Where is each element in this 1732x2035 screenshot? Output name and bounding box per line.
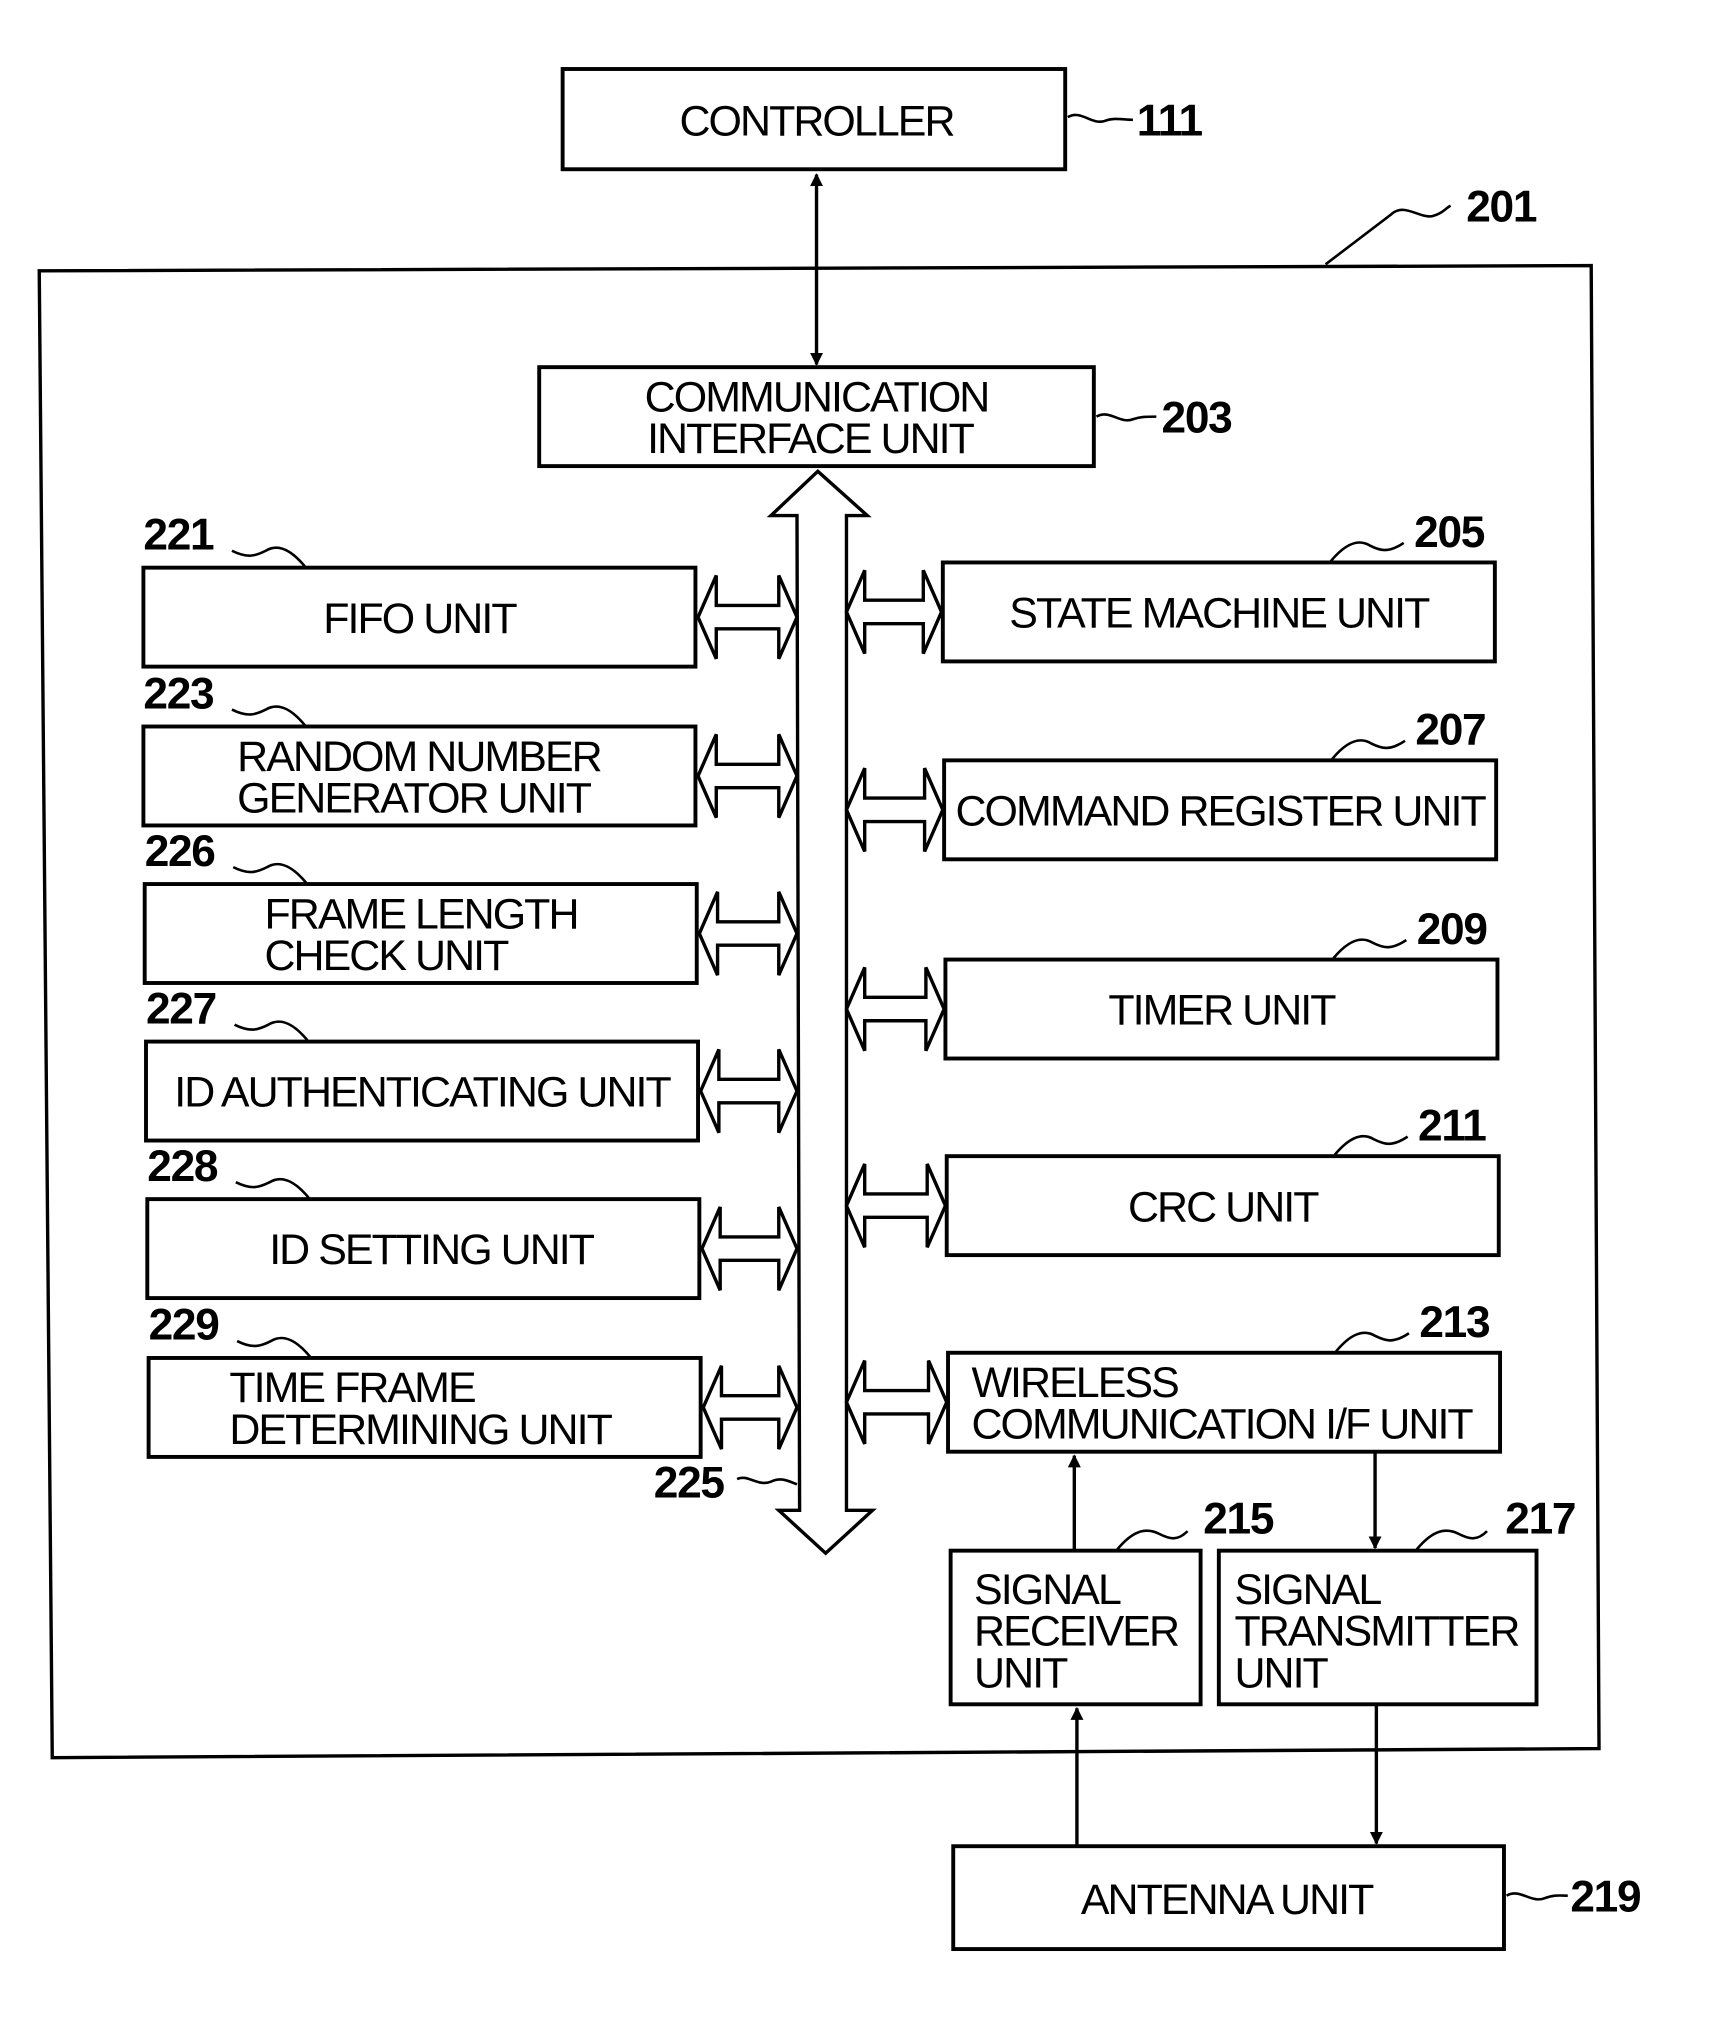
unit-label: COMMAND REGISTER UNIT (955, 787, 1486, 835)
antenna-label: ANTENNA UNIT (1081, 1876, 1374, 1924)
leader-111 (1067, 113, 1133, 124)
leader-line (1331, 739, 1406, 760)
signal-receiver-block: SIGNAL RECEIVER UNIT (948, 1548, 1203, 1707)
ref-number: 229 (149, 1301, 219, 1350)
leader-219 (1505, 1892, 1568, 1901)
bus-connector-arrow (700, 1206, 799, 1291)
bus-connector-arrow (698, 1048, 799, 1134)
unit-label: ID AUTHENTICATING UNIT (174, 1069, 671, 1117)
antenna-block: ANTENNA UNIT (951, 1844, 1506, 1952)
bus-connector-arrow (844, 1359, 949, 1445)
leader-line (232, 862, 308, 884)
leader-line (1332, 938, 1408, 960)
leader-line (1335, 1331, 1410, 1353)
unit-label: GENERATOR UNIT (237, 774, 592, 822)
comm-if-label-2: INTERFACE UNIT (647, 415, 975, 463)
ref-number: 226 (145, 827, 216, 876)
controller-label: CONTROLLER (680, 97, 955, 145)
left-unit-block: ID AUTHENTICATING UNIT (144, 1039, 700, 1143)
leader-201 (1324, 204, 1452, 266)
ref-number: 223 (143, 669, 214, 718)
controller-block: CONTROLLER (560, 67, 1068, 172)
right-unit-block: CRC UNIT (944, 1154, 1501, 1258)
ref-number: 207 (1415, 706, 1485, 755)
signal-transmitter-block: SIGNAL TRANSMITTER UNIT (1216, 1548, 1539, 1707)
unit-label: TIMER UNIT (1108, 987, 1336, 1035)
unit-label: FIFO UNIT (323, 595, 517, 643)
block-diagram: CONTROLLER 111 201 COMMUNICATION INTERFA… (37, 67, 1642, 1952)
ref-215: 215 (1203, 1495, 1274, 1544)
right-unit-block: TIMER UNIT (943, 957, 1500, 1061)
leader-217 (1415, 1529, 1488, 1551)
bus-connector-arrow (697, 891, 799, 976)
leader-225 (736, 1476, 798, 1486)
leader-line (236, 1336, 312, 1358)
ref-225: 225 (654, 1458, 725, 1507)
left-unit-block: RANDOM NUMBERGENERATOR UNIT (141, 724, 698, 828)
right-unit-block: STATE MACHINE UNIT (940, 560, 1497, 664)
bus-connector-arrow (844, 1163, 948, 1248)
ref-number: 227 (146, 984, 216, 1033)
left-unit-block: FRAME LENGTHCHECK UNIT (142, 882, 699, 985)
ref-217: 217 (1505, 1495, 1575, 1544)
leader-215 (1116, 1529, 1189, 1551)
communication-interface-block: COMMUNICATION INTERFACE UNIT (537, 365, 1096, 469)
unit-label: DETERMINING UNIT (229, 1406, 612, 1454)
ref-219: 219 (1570, 1872, 1640, 1921)
ref-number: 228 (147, 1142, 218, 1191)
bus-connector-arrow (696, 733, 799, 819)
leader-line (231, 705, 306, 727)
ref-number: 213 (1419, 1298, 1490, 1347)
leader-line (235, 1177, 310, 1199)
left-unit-block: FIFO UNIT (141, 565, 698, 669)
left-unit-block: ID SETTING UNIT (145, 1197, 702, 1301)
bus-connector-arrow (701, 1365, 799, 1450)
ref-111: 111 (1137, 96, 1203, 145)
ref-203: 203 (1162, 393, 1233, 442)
ref-number: 221 (143, 510, 214, 559)
leader-line (231, 546, 306, 568)
leader-line (1329, 541, 1405, 562)
ref-number: 211 (1418, 1102, 1486, 1151)
bus-connector-arrow (844, 767, 945, 853)
leader-203 (1095, 413, 1157, 422)
signal-transmitter-label-3: UNIT (1234, 1649, 1328, 1697)
leader-line (233, 1020, 309, 1042)
unit-label: CRC UNIT (1128, 1183, 1319, 1231)
bus-connector-arrow (844, 966, 946, 1052)
left-unit-block: TIME FRAMEDETERMINING UNIT (146, 1356, 703, 1459)
right-unit-block: COMMAND REGISTER UNIT (942, 758, 1499, 862)
unit-label: ID SETTING UNIT (269, 1226, 595, 1274)
ref-number: 209 (1417, 905, 1487, 954)
unit-label: CHECK UNIT (264, 932, 509, 980)
ref-number: 205 (1414, 508, 1485, 557)
unit-label: STATE MACHINE UNIT (1009, 590, 1430, 638)
bus-connector-arrow (696, 574, 799, 660)
unit-label: COMMUNICATION I/F UNIT (971, 1401, 1473, 1449)
bus-connector-arrow (844, 569, 944, 655)
leader-line (1333, 1134, 1409, 1156)
right-unit-block: WIRELESSCOMMUNICATION I/F UNIT (946, 1350, 1503, 1454)
ref-201: 201 (1466, 182, 1537, 231)
signal-receiver-label-3: UNIT (974, 1649, 1068, 1697)
